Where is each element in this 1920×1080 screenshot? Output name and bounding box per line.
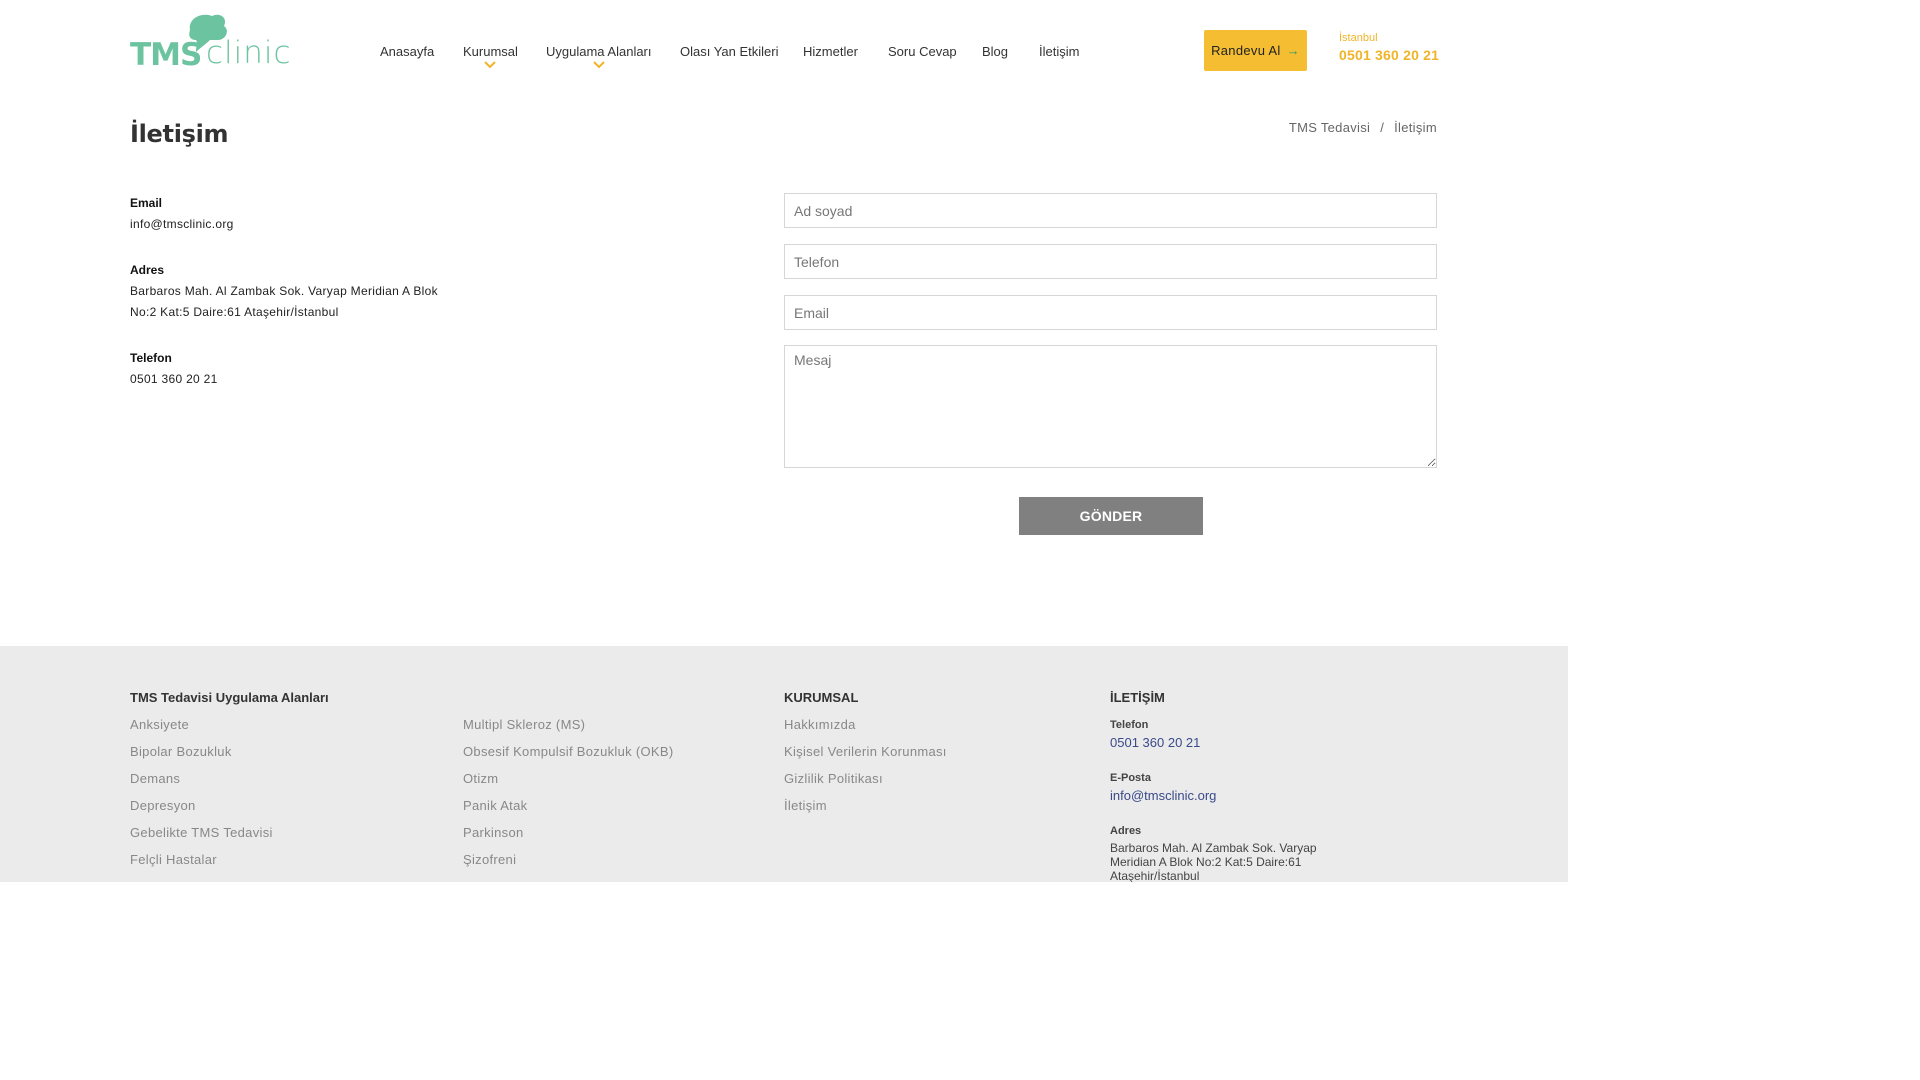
- nav-item-label: İletişim: [1039, 44, 1080, 59]
- logo-text-clinic: clinic: [206, 35, 292, 71]
- site-header: TMS clinic Anasayfa Kurumsal Uygulama Al…: [0, 0, 1568, 100]
- footer-area-link[interactable]: Felçli Hastalar: [130, 852, 217, 867]
- footer-area-link[interactable]: Demans: [130, 771, 180, 786]
- nav-item-label: Soru Cevap: [888, 44, 957, 59]
- contact-phone-label: Telefon: [130, 351, 172, 365]
- nav-item-label: Olası Yan Etkileri: [680, 44, 779, 59]
- contact-email-value[interactable]: info@tmsclinic.org: [130, 214, 234, 235]
- nav-item-olasi-yan-etkileri[interactable]: Olası Yan Etkileri: [680, 44, 779, 60]
- footer-area-link[interactable]: Parkinson: [463, 825, 524, 840]
- footer-area-link[interactable]: Depresyon: [130, 798, 196, 813]
- nav-item-soru-cevap[interactable]: Soru Cevap: [888, 44, 957, 60]
- appointment-button-label: Randevu Al: [1211, 43, 1281, 58]
- nav-item-label: Blog: [982, 44, 1009, 59]
- header-phone-city: İstanbul: [1339, 32, 1378, 44]
- footer-email-label: E-Posta: [1110, 772, 1151, 784]
- breadcrumb-item-home[interactable]: TMS Tedavisi: [1289, 120, 1370, 135]
- nav-item-blog[interactable]: Blog: [982, 44, 1008, 60]
- footer-corporate-link[interactable]: İletişim: [784, 798, 827, 813]
- footer-email-value[interactable]: info@tmsclinic.org: [1110, 788, 1216, 803]
- chevron-down-icon: [593, 61, 605, 69]
- contact-address-line2: No:2 Kat:5 Daire:61 Ataşehir/İstanbul: [130, 305, 339, 319]
- breadcrumb-separator: /: [1380, 120, 1385, 135]
- footer-area-link[interactable]: Bipolar Bozukluk: [130, 744, 232, 759]
- chevron-down-icon: [484, 61, 497, 69]
- logo-text-tms: TMS: [130, 37, 202, 73]
- footer-address-value: Barbaros Mah. Al Zambak Sok. Varyap Meri…: [1110, 841, 1317, 882]
- contact-address-label: Adres: [130, 263, 165, 277]
- contact-address-line1: Barbaros Mah. Al Zambak Sok. Varyap Meri…: [130, 284, 438, 298]
- footer-area-link[interactable]: Anksiyete: [130, 717, 189, 732]
- footer-contact-heading: İLETİŞİM: [1110, 690, 1165, 705]
- nav-item-label: Hizmetler: [803, 44, 858, 59]
- submit-button[interactable]: GÖNDER: [1019, 497, 1203, 535]
- footer-phone-label: Telefon: [1110, 719, 1149, 731]
- message-field[interactable]: [784, 345, 1437, 468]
- footer-corporate-link[interactable]: Gizlilik Politikası: [784, 771, 883, 786]
- phone-field[interactable]: [784, 244, 1437, 279]
- footer-corporate-heading: KURUMSAL: [784, 690, 859, 705]
- footer-area-link[interactable]: Multipl Skleroz (MS): [463, 717, 585, 732]
- name-field[interactable]: [784, 193, 1437, 228]
- footer-area-link[interactable]: Şizofreni: [463, 852, 516, 867]
- breadcrumb-item-current: İletişim: [1394, 120, 1437, 135]
- footer-area-link[interactable]: Panik Atak: [463, 798, 527, 813]
- header-phone-number[interactable]: 0501 360 20 21: [1339, 47, 1439, 63]
- nav-item-kurumsal[interactable]: Kurumsal: [463, 44, 518, 69]
- footer-address-label: Adres: [1110, 825, 1142, 837]
- contact-phone-value[interactable]: 0501 360 20 21: [130, 369, 218, 390]
- footer-areas-heading: TMS Tedavisi Uygulama Alanları: [130, 690, 329, 705]
- nav-item-label: Uygulama Alanları: [546, 44, 652, 59]
- page-title: İletişim: [130, 120, 229, 148]
- arrow-right-icon: →: [1286, 43, 1300, 58]
- footer-area-link[interactable]: Otizm: [463, 771, 498, 786]
- nav-item-label: Anasayfa: [380, 44, 435, 59]
- nav-item-hizmetler[interactable]: Hizmetler: [803, 44, 858, 60]
- email-field[interactable]: [784, 295, 1437, 330]
- nav-item-iletisim[interactable]: İletişim: [1039, 44, 1079, 60]
- nav-item-label: Kurumsal: [463, 44, 518, 59]
- contact-email-label: Email: [130, 196, 163, 210]
- site-logo[interactable]: TMS clinic: [130, 12, 292, 73]
- footer-corporate-link[interactable]: Kişisel Verilerin Korunması: [784, 744, 947, 759]
- nav-item-uygulama-alanlari[interactable]: Uygulama Alanları: [546, 44, 652, 69]
- nav-item-anasayfa[interactable]: Anasayfa: [380, 44, 434, 60]
- appointment-button[interactable]: Randevu Al →: [1204, 30, 1307, 71]
- footer-area-link[interactable]: Obsesif Kompulsif Bozukluk (OKB): [463, 744, 673, 759]
- footer-phone-value[interactable]: 0501 360 20 21: [1110, 735, 1200, 750]
- footer-corporate-link[interactable]: Hakkımızda: [784, 717, 856, 732]
- breadcrumb: TMS Tedavisi / İletişim: [1289, 120, 1437, 135]
- footer-area-link[interactable]: Gebelikte TMS Tedavisi: [130, 825, 273, 840]
- site-footer: TMS Tedavisi Uygulama Alanları Anksiyete…: [0, 646, 1568, 882]
